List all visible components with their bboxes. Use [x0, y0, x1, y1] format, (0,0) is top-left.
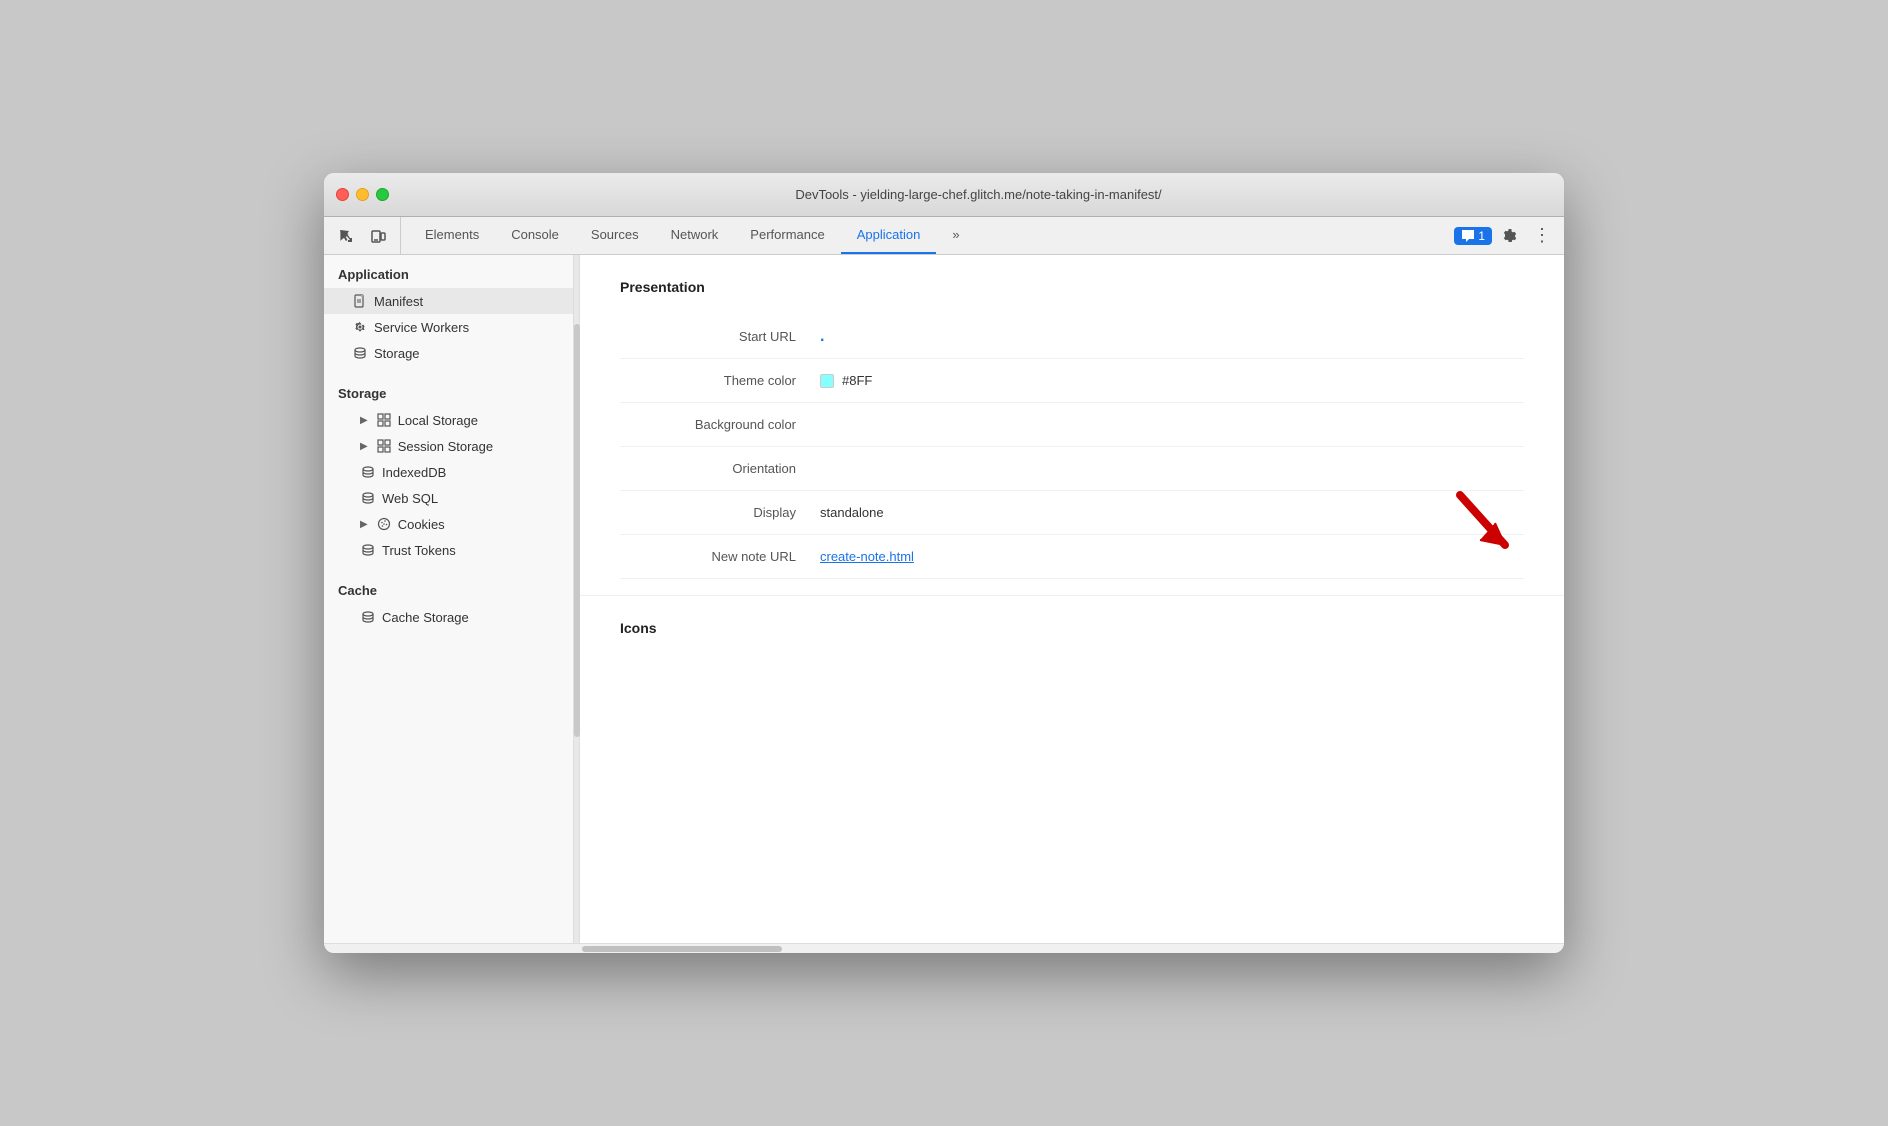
sidebar-item-session-storage[interactable]: ▶ Session Storage	[324, 433, 573, 459]
main-panel: Presentation Start URL . Theme color #8F…	[580, 255, 1564, 943]
new-note-url-row: New note URL create-note.html	[620, 535, 1524, 579]
presentation-title: Presentation	[620, 279, 1524, 295]
maximize-button[interactable]	[376, 188, 389, 201]
session-storage-label: Session Storage	[398, 439, 493, 454]
sidebar-item-indexeddb[interactable]: IndexedDB	[324, 459, 573, 485]
storage-icon	[352, 345, 368, 361]
theme-color-row: Theme color #8FF	[620, 359, 1524, 403]
display-row: Display standalone	[620, 491, 1524, 535]
orientation-label: Orientation	[620, 461, 820, 476]
manifest-label: Manifest	[374, 294, 423, 309]
sidebar-item-local-storage[interactable]: ▶ Local Storage	[324, 407, 573, 433]
display-value: standalone	[820, 505, 884, 520]
inspect-mode-button[interactable]	[332, 222, 360, 250]
cache-storage-label: Cache Storage	[382, 610, 469, 625]
theme-color-label: Theme color	[620, 373, 820, 388]
start-url-row: Start URL .	[620, 315, 1524, 359]
toolbar-tabs: Elements Console Sources Network Perform…	[409, 217, 1446, 254]
web-sql-label: Web SQL	[382, 491, 438, 506]
more-options-button[interactable]: ⋮	[1528, 222, 1556, 250]
title-bar: DevTools - yielding-large-chef.glitch.me…	[324, 173, 1564, 217]
sidebar: Application Manifest	[324, 255, 574, 943]
indexeddb-icon	[360, 464, 376, 480]
cache-section-header: Cache	[324, 571, 573, 604]
storage-app-label: Storage	[374, 346, 420, 361]
local-storage-label: Local Storage	[398, 413, 478, 428]
local-storage-grid-icon	[376, 412, 392, 428]
sidebar-item-manifest[interactable]: Manifest	[324, 288, 573, 314]
display-label: Display	[620, 505, 820, 520]
tab-network[interactable]: Network	[655, 217, 735, 254]
new-note-url-label: New note URL	[620, 549, 820, 564]
new-note-url-value: create-note.html	[820, 549, 914, 564]
sidebar-item-cookies[interactable]: ▶ Cookies	[324, 511, 573, 537]
file-icon	[352, 293, 368, 309]
theme-color-swatch[interactable]	[820, 374, 834, 388]
devtools-window: DevTools - yielding-large-chef.glitch.me…	[324, 173, 1564, 953]
icons-title: Icons	[620, 620, 1524, 636]
device-mode-button[interactable]	[364, 222, 392, 250]
cache-storage-icon	[360, 609, 376, 625]
trust-tokens-label: Trust Tokens	[382, 543, 456, 558]
start-url-dot: .	[820, 328, 824, 346]
devtools-toolbar: Elements Console Sources Network Perform…	[324, 217, 1564, 255]
cookies-label: Cookies	[398, 517, 445, 532]
feedback-button[interactable]: 1	[1454, 227, 1492, 245]
traffic-lights	[336, 188, 389, 201]
toolbar-icon-group	[332, 217, 401, 254]
sidebar-item-cache-storage[interactable]: Cache Storage	[324, 604, 573, 630]
tab-performance[interactable]: Performance	[734, 217, 840, 254]
indexeddb-label: IndexedDB	[382, 465, 446, 480]
background-color-label: Background color	[620, 417, 820, 432]
trust-tokens-icon	[360, 542, 376, 558]
start-url-value: .	[820, 328, 824, 346]
settings-button[interactable]	[1496, 222, 1524, 250]
web-sql-icon	[360, 490, 376, 506]
tab-sources[interactable]: Sources	[575, 217, 655, 254]
session-storage-chevron-icon: ▶	[360, 441, 368, 452]
tab-console[interactable]: Console	[495, 217, 575, 254]
display-text: standalone	[820, 505, 884, 520]
theme-color-text: #8FF	[842, 373, 872, 388]
presentation-section: Presentation Start URL . Theme color #8F…	[580, 255, 1564, 595]
main-area: Application Manifest	[324, 255, 1564, 943]
application-section-header: Application	[324, 255, 573, 288]
new-note-url-link[interactable]: create-note.html	[820, 549, 914, 564]
background-color-row: Background color	[620, 403, 1524, 447]
close-button[interactable]	[336, 188, 349, 201]
icons-section: Icons	[580, 595, 1564, 672]
start-url-label: Start URL	[620, 329, 820, 344]
minimize-button[interactable]	[356, 188, 369, 201]
sidebar-item-storage-app[interactable]: Storage	[324, 340, 573, 366]
sidebar-item-trust-tokens[interactable]: Trust Tokens	[324, 537, 573, 563]
storage-section-header: Storage	[324, 374, 573, 407]
sidebar-item-web-sql[interactable]: Web SQL	[324, 485, 573, 511]
service-workers-label: Service Workers	[374, 320, 469, 335]
gear-icon	[352, 319, 368, 335]
window-title: DevTools - yielding-large-chef.glitch.me…	[405, 187, 1552, 202]
sidebar-scrollbar[interactable]	[574, 255, 580, 943]
bottom-scrollbar[interactable]	[324, 943, 1564, 953]
tab-application[interactable]: Application	[841, 217, 937, 254]
bottom-scrollbar-thumb[interactable]	[582, 946, 782, 952]
toolbar-right-actions: 1 ⋮	[1454, 217, 1556, 254]
session-storage-grid-icon	[376, 438, 392, 454]
cookies-chevron-icon: ▶	[360, 519, 368, 530]
sidebar-item-service-workers[interactable]: Service Workers	[324, 314, 573, 340]
orientation-row: Orientation	[620, 447, 1524, 491]
cookies-icon	[376, 516, 392, 532]
tab-elements[interactable]: Elements	[409, 217, 495, 254]
local-storage-chevron-icon: ▶	[360, 415, 368, 426]
theme-color-value: #8FF	[820, 373, 872, 388]
tab-more[interactable]: »	[936, 217, 975, 254]
